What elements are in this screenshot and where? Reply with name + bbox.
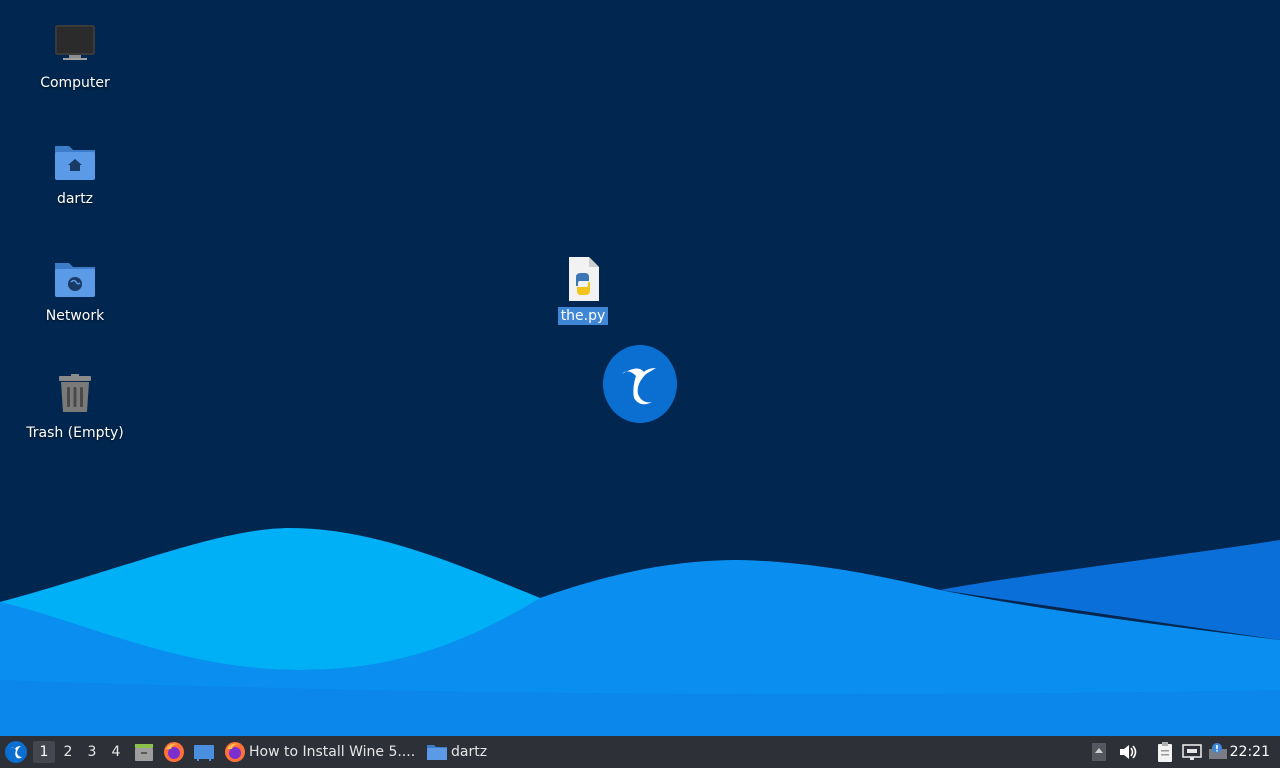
desktop-icon-trash[interactable]: Trash (Empty) bbox=[20, 372, 130, 442]
volume-icon bbox=[1120, 745, 1137, 759]
task-label: dartz bbox=[451, 744, 488, 760]
taskbar: 1 2 3 4 How to Install Wine 5.... dartz … bbox=[0, 736, 1280, 768]
workspace-1[interactable]: 1 bbox=[33, 741, 55, 763]
folder-icon bbox=[427, 745, 447, 760]
desktop[interactable]: Computer dartz Network Trash (Empty) the… bbox=[0, 0, 1280, 736]
whisker-menu-icon bbox=[5, 741, 27, 763]
hummingbird-logo-icon bbox=[603, 345, 677, 423]
computer-icon bbox=[55, 25, 95, 60]
desktop-icon-label: dartz bbox=[56, 191, 94, 207]
desktop-icon-computer[interactable]: Computer bbox=[20, 22, 130, 92]
file-manager-launcher-icon bbox=[135, 744, 153, 761]
clock[interactable]: 22:21 bbox=[1230, 736, 1270, 768]
network-folder-icon bbox=[55, 263, 95, 297]
clipboard-icon bbox=[1158, 742, 1172, 762]
python-file-icon bbox=[569, 257, 599, 301]
home-folder-icon bbox=[55, 146, 95, 180]
show-desktop-button[interactable] bbox=[193, 736, 215, 768]
notification-button[interactable] bbox=[1207, 736, 1229, 768]
desktop-icon-label: Network bbox=[45, 308, 105, 324]
trash-icon bbox=[59, 374, 91, 412]
show-desktop-icon bbox=[194, 745, 214, 761]
workspace-3[interactable]: 3 bbox=[81, 741, 103, 763]
file-manager-launcher[interactable] bbox=[133, 736, 155, 768]
firefox-launcher[interactable] bbox=[163, 736, 185, 768]
firefox-icon bbox=[225, 742, 245, 762]
task-button-dartz[interactable]: dartz bbox=[426, 736, 487, 768]
clipboard-button[interactable] bbox=[1154, 736, 1176, 768]
network-button[interactable] bbox=[1181, 736, 1203, 768]
task-label: How to Install Wine 5.... bbox=[249, 744, 416, 760]
tray-expand-button[interactable] bbox=[1091, 736, 1107, 768]
desktop-icon-python-file[interactable]: the.py bbox=[528, 255, 638, 325]
desktop-icon-network[interactable]: Network bbox=[20, 255, 130, 325]
volume-button[interactable] bbox=[1117, 736, 1139, 768]
task-button-firefox[interactable]: How to Install Wine 5.... bbox=[224, 736, 415, 768]
desktop-icon-label: Trash (Empty) bbox=[26, 425, 124, 441]
notification-icon bbox=[1209, 743, 1227, 759]
desktop-icon-label: the.py bbox=[557, 307, 609, 325]
workspace-2[interactable]: 2 bbox=[57, 741, 79, 763]
whisker-menu-button[interactable] bbox=[4, 736, 28, 768]
firefox-launcher-icon bbox=[164, 742, 184, 762]
network-wired-icon bbox=[1182, 744, 1202, 760]
workspace-4[interactable]: 4 bbox=[105, 741, 127, 763]
tray-expand-icon bbox=[1092, 743, 1106, 761]
desktop-icon-label: Computer bbox=[40, 75, 110, 91]
desktop-icon-home-folder[interactable]: dartz bbox=[20, 138, 130, 208]
